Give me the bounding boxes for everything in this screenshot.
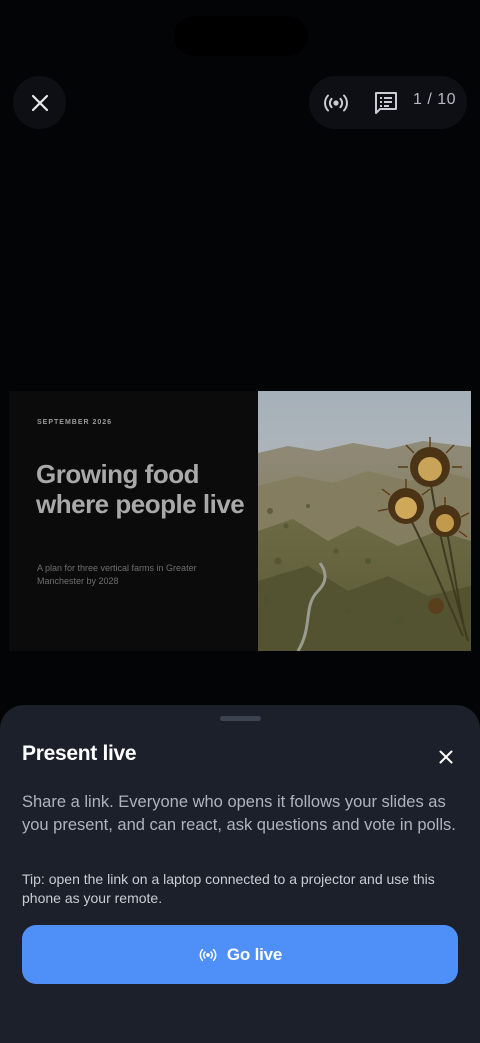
present-live-button[interactable] [322, 89, 350, 117]
broadcast-icon [324, 94, 348, 112]
close-presentation-button[interactable] [13, 76, 66, 129]
broadcast-icon [199, 948, 217, 961]
sheet-description: Share a link. Everyone who opens it foll… [22, 793, 456, 834]
sheet-title: Present live [22, 742, 137, 765]
slide-preview[interactable]: SEPTEMBER 2026 Growing food where people… [9, 391, 471, 651]
close-icon [31, 94, 48, 111]
speaker-notes-icon [375, 92, 397, 114]
slide-subtitle: A plan for three vertical farms in Great… [37, 563, 197, 586]
go-live-content: Go live [198, 945, 282, 965]
slide-counter: 1 / 10 [413, 91, 457, 108]
sheet-close-button[interactable] [432, 743, 460, 771]
present-live-sheet: Present live Share a link. Everyone who … [0, 705, 480, 1043]
slide-title: Growing food where people live [36, 459, 245, 519]
sheet-drag-handle[interactable] [220, 716, 261, 721]
speaker-notes-button[interactable] [372, 89, 400, 117]
sheet-tip: Tip: open the link on a laptop connected… [22, 871, 435, 906]
slide-photo [258, 391, 471, 651]
close-icon [439, 750, 453, 764]
go-live-label: Go live [226, 944, 283, 964]
presenter-toolbar: 1 / 10 [309, 76, 467, 129]
go-live-button[interactable]: Go live [22, 925, 458, 984]
camera-notch [174, 16, 308, 56]
slide-text-panel: SEPTEMBER 2026 Growing food where people… [9, 391, 259, 651]
slide-date: SEPTEMBER 2026 [37, 419, 113, 426]
presentation-screen: 1 / 10 SEPTEMBER 2026 Growing food where… [0, 0, 480, 1043]
